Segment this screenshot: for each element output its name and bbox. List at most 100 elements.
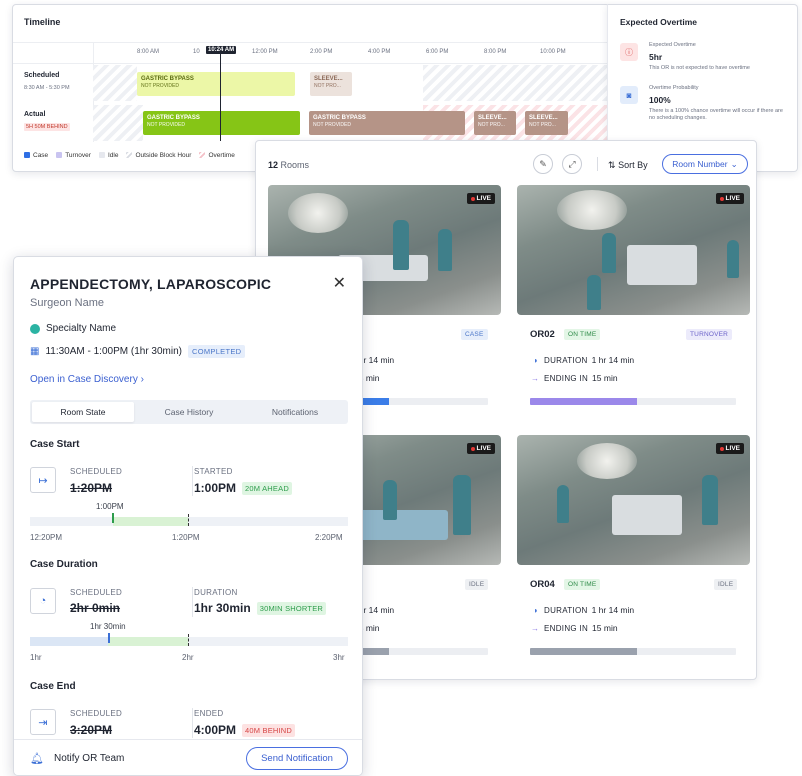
room-progress-bar [530, 398, 736, 405]
ending-arrow-icon: → [531, 623, 539, 633]
actual-case-block[interactable]: SLEEVE... NOT PRO... [474, 111, 516, 135]
outside-block-hatch [93, 105, 143, 141]
edit-icon[interactable]: ✎ [533, 154, 553, 174]
case-start-title: Case Start [30, 439, 80, 450]
sort-select[interactable]: Room Number ⌄ [662, 154, 748, 174]
legend-turnover: Turnover [56, 152, 91, 159]
scheduled-label: SCHEDULED [70, 467, 123, 476]
calendar-icon: ▦ [30, 346, 40, 357]
overtime-label: Expected Overtime [649, 42, 696, 48]
start-marker-label: 1:00PM [96, 502, 124, 511]
ended-label: ENDED [194, 709, 224, 718]
hour-label: 10:00 PM [540, 49, 566, 55]
scheduled-label: SCHEDULED [70, 588, 123, 597]
overtime-title: Expected Overtime [620, 17, 698, 27]
actual-start: 1:00PM 20M AHEAD [194, 481, 292, 495]
live-badge: LIVE [466, 193, 495, 204]
case-detail-panel: APPENDECTOMY, LAPAROSCOPIC ✕ Surgeon Nam… [13, 256, 363, 776]
outside-block-hatch [423, 65, 609, 101]
room-video-feed[interactable]: LIVE [517, 185, 750, 315]
scheduled-case-block[interactable]: GASTRIC BYPASS NOT PROVIDED [137, 72, 295, 96]
duration-icon: ◑ [532, 355, 538, 365]
duration-label: DURATION [194, 588, 238, 597]
room-progress-fill [530, 398, 638, 405]
outside-block-hatch [93, 65, 137, 101]
expand-icon[interactable]: ⤢ [562, 154, 582, 174]
duration-marker-label: 1hr 30min [90, 622, 126, 631]
probability-desc: There is a 100% chance overtime will occ… [649, 108, 783, 121]
tab-room-state[interactable]: Room State [32, 402, 134, 422]
clock-icon: ◔ [30, 588, 56, 614]
hour-label: 12:00 PM [252, 49, 278, 55]
open-case-discovery-link[interactable]: Open in Case Discovery › [30, 374, 144, 385]
actual-case-block[interactable]: GASTRIC BYPASS NOT PROVIDED [309, 111, 465, 135]
room-state-chip: IDLE [465, 579, 489, 590]
case-status-chip: COMPLETED [188, 345, 246, 358]
scheduled-duration: 2hr 0min [70, 601, 121, 615]
room-duration: ◑ DURATION 1 hr 14 min [530, 605, 635, 615]
room-progress-fill [530, 648, 638, 655]
start-arrow-icon: ↦ [30, 467, 56, 493]
rooms-count: 12 Rooms [268, 160, 310, 170]
tab-case-history[interactable]: Case History [138, 402, 240, 422]
legend-case: Case [24, 152, 48, 159]
chevron-down-icon: ⌄ [730, 158, 738, 169]
behind-badge: 40M BEHIND [242, 723, 296, 737]
live-badge: LIVE [715, 193, 744, 204]
bell-icon: 🔔︎ [30, 753, 44, 765]
current-time-label: 10:24 AM [206, 46, 237, 54]
room-status-chip: ON TIME [564, 579, 601, 590]
room-video-feed[interactable]: LIVE [517, 435, 750, 565]
scheduled-row-label: Scheduled [24, 72, 60, 79]
hour-label: 4:00 PM [368, 49, 391, 55]
case-tabs: Room State Case History Notifications [30, 400, 348, 424]
probability-value: 100% [649, 95, 671, 105]
live-badge: LIVE [715, 443, 744, 454]
scheduled-end: 3:20PM [70, 723, 113, 737]
sort-by-label: ⇅ Sort By [608, 160, 648, 170]
surgeon-name: Surgeon Name [30, 297, 104, 309]
specialty-icon [30, 323, 40, 334]
send-notification-button[interactable]: Send Notification [246, 747, 348, 770]
room-duration: ◑ DURATION 1 hr 14 min [530, 355, 635, 365]
actual-case-block[interactable]: GASTRIC BYPASS NOT PROVIDED [143, 111, 300, 135]
case-duration-title: Case Duration [30, 559, 98, 570]
scheduled-case-block[interactable]: SLEEVE... NOT PRO... [310, 72, 352, 96]
notify-or-team: 🔔︎ Notify OR Team [30, 753, 125, 765]
toolbar-divider [597, 157, 598, 171]
probability-label: Overtime Probability [649, 85, 699, 91]
current-time-line [220, 51, 221, 141]
ending-arrow-icon: → [531, 373, 539, 383]
scheduled-label: SCHEDULED [70, 709, 123, 718]
case-title: APPENDECTOMY, LAPAROSCOPIC [30, 276, 272, 292]
overtime-desc: This OR is not expected to have overtime [649, 65, 750, 71]
hour-label: 10 [193, 49, 200, 55]
chevron-right-icon: › [140, 374, 144, 385]
room-name: OR04 [530, 579, 555, 590]
room-status-chip: ON TIME [564, 329, 601, 340]
case-footer: 🔔︎ Notify OR Team Send Notification [14, 739, 362, 775]
room-state-chip: CASE [461, 329, 488, 340]
scheduled-row-range: 8:30 AM - 5:30 PM [24, 85, 70, 91]
case-end-title: Case End [30, 681, 76, 692]
case-time: ▦ 11:30AM - 1:00PM (1hr 30min) COMPLETED [30, 345, 246, 358]
actual-row-label: Actual [24, 111, 46, 118]
tab-notifications[interactable]: Notifications [244, 402, 346, 422]
actual-case-block[interactable]: SLEEVE... NOT PRO... [525, 111, 568, 135]
hour-label: 6:00 PM [426, 49, 449, 55]
room-progress-bar [530, 648, 736, 655]
room-state-chip: TURNOVER [686, 329, 733, 340]
overtime-value: 5hr [649, 52, 663, 62]
hour-label: 2:00 PM [310, 49, 333, 55]
room-name: OR02 [530, 329, 555, 340]
actual-end: 4:00PM 40M BEHIND [194, 723, 296, 737]
close-icon[interactable]: ✕ [333, 273, 346, 293]
shorter-badge: 30MIN SHORTER [256, 601, 327, 615]
legend-outside-block: Outside Block Hour [126, 152, 191, 159]
ahead-badge: 20M AHEAD [242, 481, 292, 495]
warning-icon: ⓘ [620, 43, 638, 61]
sort-icon: ⇅ [608, 160, 616, 170]
hour-label: 8:00 AM [137, 49, 160, 55]
specialty: Specialty Name [30, 323, 116, 334]
duration-icon: ◑ [532, 605, 538, 615]
